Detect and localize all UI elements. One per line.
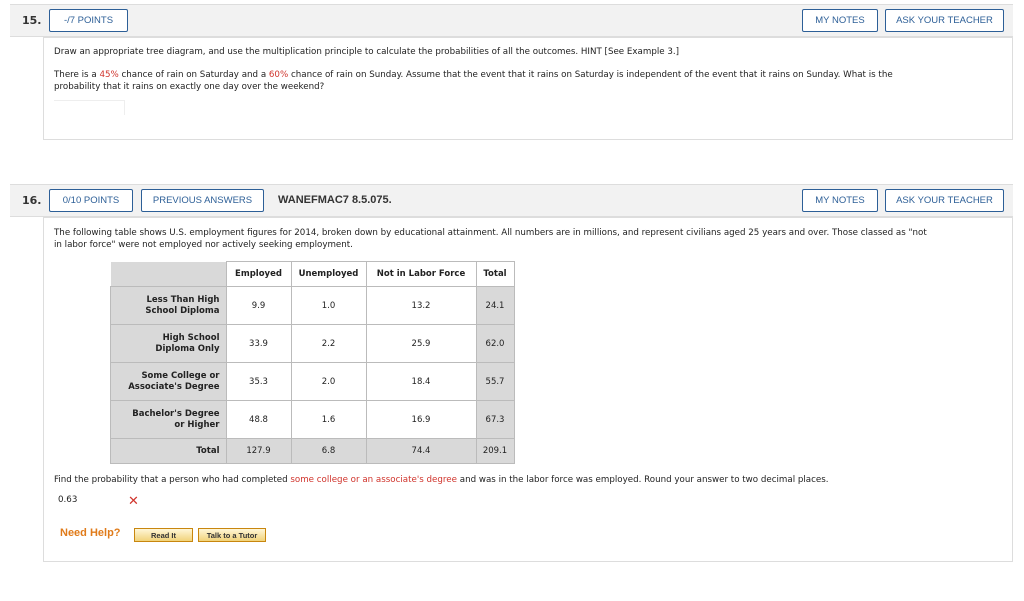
q16-problem-code: WANEFMAC7 8.5.075. bbox=[278, 194, 392, 206]
q16-intro: The following table shows U.S. employmen… bbox=[54, 227, 1004, 251]
q16-question-a: Find the probability that a person who h… bbox=[54, 475, 291, 485]
q16-answer-value[interactable]: 0.63 bbox=[58, 494, 77, 506]
header-unemployed: Unemployed bbox=[290, 261, 367, 287]
row-label: High School Diploma Only bbox=[110, 324, 227, 363]
cell: 16.9 bbox=[365, 400, 477, 439]
cell: 13.2 bbox=[365, 286, 477, 325]
row-label: Less Than High School Diploma bbox=[110, 286, 227, 325]
need-help-label: Need Help? bbox=[60, 527, 121, 539]
cell: 33.9 bbox=[225, 324, 292, 363]
cell: 25.9 bbox=[365, 324, 477, 363]
q15-header: 15. -/7 POINTS MY NOTES ASK YOUR TEACHER bbox=[10, 4, 1013, 37]
cell: 62.0 bbox=[475, 324, 515, 363]
row-label: Some College or Associate's Degree bbox=[110, 362, 227, 401]
q16-previous-answers-button[interactable]: PREVIOUS ANSWERS bbox=[141, 189, 264, 212]
q16-header: 16. 0/10 POINTS PREVIOUS ANSWERS WANEFMA… bbox=[10, 184, 1013, 217]
talk-to-tutor-button[interactable]: Talk to a Tutor bbox=[198, 528, 266, 542]
header-employed: Employed bbox=[225, 261, 292, 287]
q16-ask-teacher-button[interactable]: ASK YOUR TEACHER bbox=[885, 189, 1004, 212]
incorrect-icon: ✕ bbox=[128, 494, 139, 509]
cell: 127.9 bbox=[225, 438, 292, 464]
cell: 1.6 bbox=[290, 400, 367, 439]
table-row: Less Than High School Diploma 9.9 1.0 13.… bbox=[110, 286, 515, 325]
table-row: Some College or Associate's Degree 35.3 2… bbox=[110, 362, 515, 401]
cell: 24.1 bbox=[475, 286, 515, 325]
cell: 9.9 bbox=[225, 286, 292, 325]
cell: 2.0 bbox=[290, 362, 367, 401]
q15-problem: There is a 45% chance of rain on Saturda… bbox=[54, 69, 1004, 93]
table-corner bbox=[110, 261, 226, 287]
q16-intro-line2: in labor force" were not employed nor ac… bbox=[54, 240, 353, 250]
cell: 48.8 bbox=[225, 400, 292, 439]
q15-text-b: chance of rain on Saturday and a bbox=[118, 70, 269, 80]
q15-body: Draw an appropriate tree diagram, and us… bbox=[43, 37, 1013, 140]
q15-pct-saturday: 45% bbox=[99, 70, 119, 80]
q16-question-b: and was in the labor force was employed.… bbox=[457, 475, 829, 485]
q15-my-notes-button[interactable]: MY NOTES bbox=[802, 9, 878, 32]
cell: 1.0 bbox=[290, 286, 367, 325]
q15-text-c: chance of rain on Sunday. Assume that th… bbox=[288, 70, 893, 80]
q15-number: 15. bbox=[22, 14, 42, 27]
table-row: Bachelor's Degree or Higher 48.8 1.6 16.9… bbox=[110, 400, 515, 439]
q15-points-badge[interactable]: -/7 POINTS bbox=[49, 9, 128, 32]
q15-pct-sunday: 60% bbox=[268, 70, 289, 80]
read-it-button[interactable]: Read It bbox=[134, 528, 193, 542]
table-total-row: Total 127.9 6.8 74.4 209.1 bbox=[110, 438, 515, 464]
q16-my-notes-button[interactable]: MY NOTES bbox=[802, 189, 878, 212]
q16-points-badge[interactable]: 0/10 POINTS bbox=[49, 189, 133, 212]
header-not-in-labor-force: Not in Labor Force bbox=[365, 261, 477, 287]
table-row: High School Diploma Only 33.9 2.2 25.9 62… bbox=[110, 324, 515, 363]
cell: 2.2 bbox=[290, 324, 367, 363]
q15-text-a: There is a bbox=[54, 70, 100, 80]
cell: 74.4 bbox=[365, 438, 477, 464]
q16-question-highlight: some college or an associate's degree bbox=[290, 475, 457, 485]
cell: 67.3 bbox=[475, 400, 515, 439]
q16-number: 16. bbox=[22, 194, 42, 207]
row-label-total: Total bbox=[110, 438, 227, 464]
q15-text-line2: probability that it rains on exactly one… bbox=[54, 82, 325, 92]
employment-table: Employed Unemployed Not in Labor Force T… bbox=[110, 261, 515, 464]
cell: 35.3 bbox=[225, 362, 292, 401]
q15-instructions: Draw an appropriate tree diagram, and us… bbox=[54, 47, 680, 57]
q16-intro-line1: The following table shows U.S. employmen… bbox=[54, 228, 927, 238]
cell: 18.4 bbox=[365, 362, 477, 401]
row-label: Bachelor's Degree or Higher bbox=[110, 400, 227, 439]
cell: 6.8 bbox=[290, 438, 367, 464]
cell: 55.7 bbox=[475, 362, 515, 401]
q15-ask-teacher-button[interactable]: ASK YOUR TEACHER bbox=[885, 9, 1004, 32]
q16-question: Find the probability that a person who h… bbox=[54, 474, 1004, 486]
cell: 209.1 bbox=[475, 438, 515, 464]
q15-answer-input[interactable] bbox=[54, 100, 125, 115]
header-total: Total bbox=[475, 261, 515, 287]
